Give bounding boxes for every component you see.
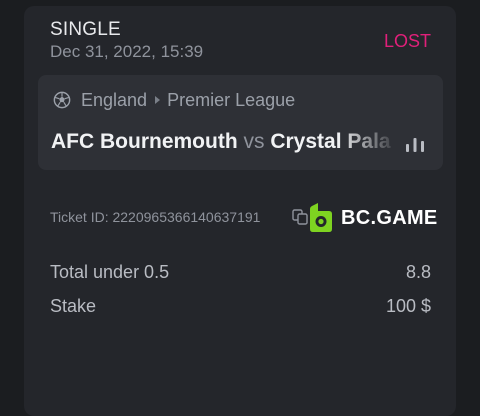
country-label: England — [81, 89, 148, 110]
detail-row: Total under 0.5 8.8 — [50, 262, 431, 283]
odds-value: 8.8 — [405, 262, 431, 282]
soccer-ball-icon — [53, 91, 71, 109]
stake-value: 100 $ — [385, 296, 431, 316]
market-label: Total under 0.5 — [50, 262, 170, 282]
bet-type-label: SINGLE — [50, 19, 121, 40]
bar-chart-icon[interactable] — [405, 136, 425, 152]
chevron-right-icon — [155, 96, 161, 104]
ticket-id: Ticket ID: 2220965366140637191 — [50, 209, 261, 225]
brand-logo: BC.GAME — [309, 203, 438, 233]
league-breadcrumb: England Premier League — [53, 89, 295, 111]
detail-row: Stake 100 $ — [50, 296, 431, 317]
bet-date: Dec 31, 2022, 15:39 — [50, 42, 204, 61]
bet-status-badge: LOST — [383, 31, 431, 51]
brand-name: BC.GAME — [341, 206, 438, 229]
league-label: Premier League — [167, 89, 296, 110]
vs-label: vs — [243, 130, 265, 153]
event-panel[interactable]: England Premier League AFC Bournemouth v… — [38, 75, 443, 170]
home-team: AFC Bournemouth — [51, 130, 238, 153]
stake-label: Stake — [50, 296, 97, 316]
text-fade-overlay — [338, 127, 398, 161]
bc-game-logo-icon — [310, 203, 332, 232]
bet-ticket-card: SINGLE Dec 31, 2022, 15:39 LOST England … — [24, 6, 456, 416]
copy-icon[interactable] — [292, 209, 308, 225]
